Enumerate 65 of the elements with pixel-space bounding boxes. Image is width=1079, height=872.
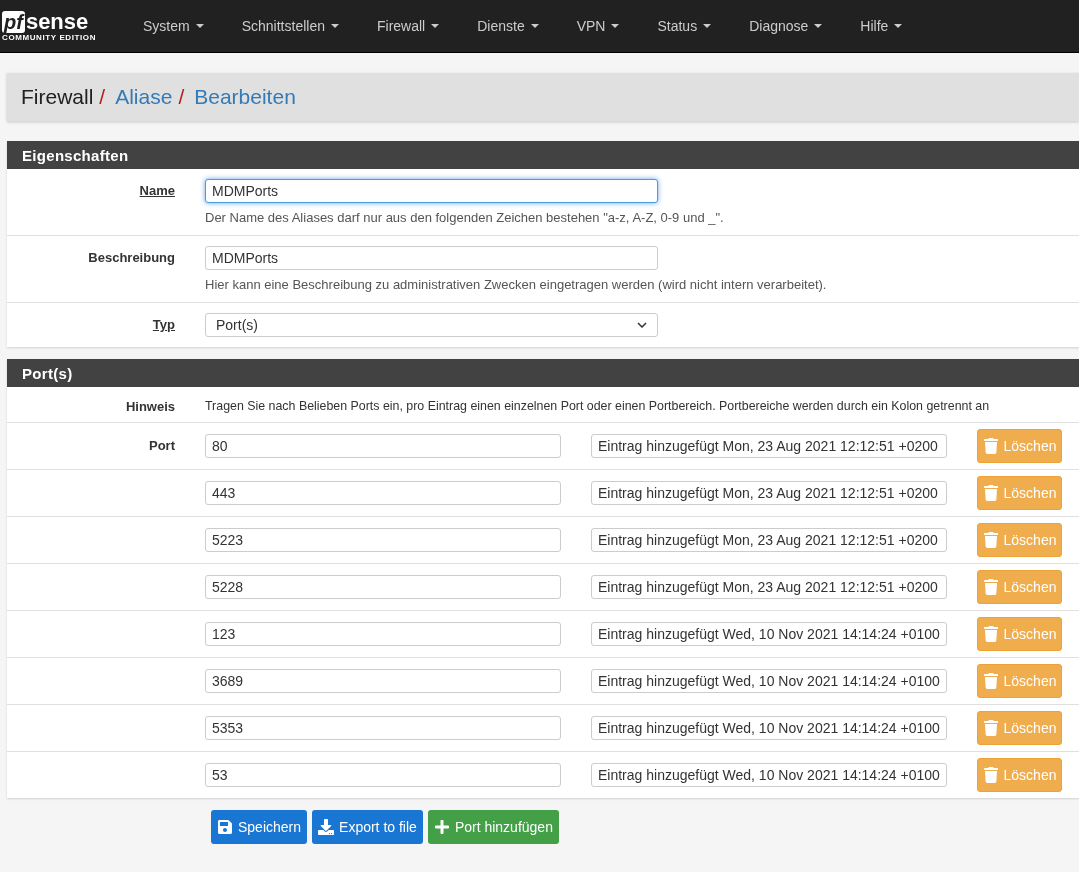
entry-description-input[interactable]: Eintrag hinzugefügt Wed, 10 Nov 2021 14:14:24 +0100: [591, 716, 947, 740]
caret-icon: [814, 24, 823, 28]
entry-description-input[interactable]: Eintrag hinzugefügt Wed, 10 Nov 2021 14:14:24 +0100: [591, 669, 947, 693]
caret-icon: [330, 24, 339, 28]
logo-wordmark: sense: [25, 10, 89, 33]
port-input[interactable]: 5353: [205, 716, 561, 740]
nav-menu-item[interactable]: VPN: [557, 18, 639, 34]
logo-edition: COMMUNITY EDITION: [2, 32, 97, 42]
field-label: Typ: [152, 316, 175, 332]
save-button[interactable]: Speichern: [211, 810, 308, 844]
breadcrumb-text: Firewall: [21, 85, 94, 109]
entry-description-input[interactable]: Eintrag hinzugefügt Mon, 23 Aug 2021 12:12:51 +0200: [591, 528, 947, 552]
caret-icon: [703, 24, 712, 28]
nav-menu-item[interactable]: System: [124, 18, 223, 34]
breadcrumb-separator: /: [99, 85, 106, 109]
port-input[interactable]: 3689: [205, 669, 561, 693]
panel-heading: Port(s): [7, 359, 1079, 387]
trash-icon: [982, 532, 999, 548]
port-input[interactable]: 5228: [205, 575, 561, 599]
caret-icon: [894, 24, 903, 28]
type-select[interactable]: Port(s): [205, 313, 658, 337]
nav-menu-item[interactable]: Dienste: [458, 18, 558, 34]
field-label: Port: [149, 437, 175, 453]
help-text: Der Name des Aliases darf nur aus den folgenden Zeichen bestehen "a-z, A-Z, 0-9 und _".: [205, 210, 724, 225]
input-field[interactable]: MDMPorts: [205, 179, 658, 203]
caret-icon: [431, 24, 440, 28]
logo-mark: pf: [2, 10, 25, 33]
breadcrumb-separator: /: [178, 85, 185, 109]
plus-icon: [433, 819, 450, 835]
nav-menu-item[interactable]: Schnittstellen: [222, 18, 358, 34]
entry-description-input[interactable]: Eintrag hinzugefügt Wed, 10 Nov 2021 14:14:24 +0100: [591, 763, 947, 787]
port-input[interactable]: 443: [205, 481, 561, 505]
field-label: Hinweis: [125, 398, 175, 414]
entry-description-input[interactable]: Eintrag hinzugefügt Mon, 23 Aug 2021 12:12:51 +0200: [591, 481, 947, 505]
help-text: Hier kann eine Beschreibung zu administrativen Zwecken eingetragen werden (wird nicht intern verarbeitet).: [205, 277, 827, 292]
caret-icon: [611, 24, 620, 28]
trash-icon: [982, 438, 999, 454]
entry-description-input[interactable]: Eintrag hinzugefügt Mon, 23 Aug 2021 12:12:51 +0200: [591, 434, 947, 458]
export-button[interactable]: Export to file: [312, 810, 423, 844]
nav-menu-item[interactable]: Status: [638, 18, 731, 34]
trash-icon: [982, 626, 999, 642]
entry-description-input[interactable]: Eintrag hinzugefügt Wed, 10 Nov 2021 14:14:24 +0100: [591, 622, 947, 646]
save-icon: [217, 819, 233, 835]
trash-icon: [982, 579, 999, 595]
nav-menu-item[interactable]: Diagnose: [730, 18, 842, 34]
field-label: Name: [139, 182, 175, 198]
trash-icon: [982, 720, 999, 736]
caret-icon: [530, 24, 539, 28]
port-input[interactable]: 5223: [205, 528, 561, 552]
nav-menu-item[interactable]: Firewall: [357, 18, 459, 34]
port-input[interactable]: 123: [205, 622, 561, 646]
port-input[interactable]: 53: [205, 763, 561, 787]
entry-description-input[interactable]: Eintrag hinzugefügt Mon, 23 Aug 2021 12:12:51 +0200: [591, 575, 947, 599]
nav-menu-item[interactable]: Hilfe: [841, 18, 922, 34]
trash-icon: [982, 673, 999, 689]
port-input[interactable]: 80: [205, 434, 561, 458]
panel-heading: Eigenschaften: [7, 141, 1079, 169]
hint-text: Tragen Sie nach Belieben Ports ein, pro Eintrag einen einzelnen Port oder einen Portbereich. Portbereiche werden durch ein Kolon getrennt an: [205, 398, 990, 414]
trash-icon: [982, 767, 999, 783]
input-field[interactable]: MDMPorts: [205, 246, 658, 270]
trash-icon: [982, 485, 999, 501]
caret-icon: [195, 24, 204, 28]
chevron-down-icon: [637, 322, 647, 328]
field-label: Beschreibung: [88, 249, 175, 265]
download-icon: [318, 819, 335, 835]
